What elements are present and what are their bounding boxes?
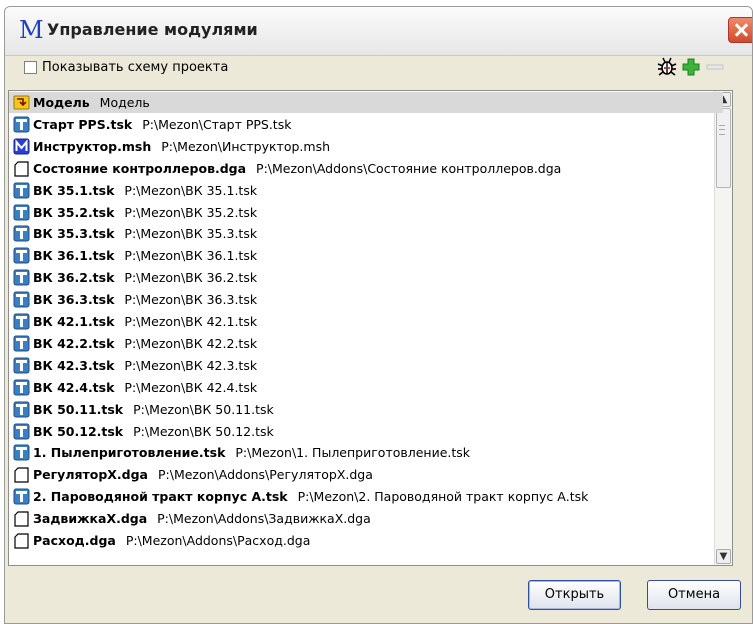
module-name: ВК 36.3.tsk <box>33 292 115 308</box>
module-row[interactable]: Модель Модель <box>9 92 723 113</box>
module-row[interactable]: ВК 35.3.tsk P:\Mezon\ВК 35.3.tsk <box>9 223 723 244</box>
open-button[interactable]: Открыть <box>528 580 621 610</box>
title-bar[interactable]: M Управление модулями <box>5 7 752 56</box>
module-name: ВК 36.1.tsk <box>33 248 115 264</box>
module-name: ВК 35.3.tsk <box>33 226 115 242</box>
module-path: P:\Mezon\Addons\ЗадвижкаX.dga <box>157 511 371 527</box>
module-path: P:\Mezon\Addons\Расход.dga <box>125 533 311 548</box>
show-scheme-checkbox[interactable] <box>24 61 37 74</box>
task-icon <box>13 488 30 505</box>
module-path: P:\Mezon\ВК 36.1.tsk <box>124 248 258 264</box>
module-name: Состояние контроллеров.dga <box>33 160 247 176</box>
task-icon <box>13 357 30 374</box>
module-name: ВК 42.4.tsk <box>33 379 115 395</box>
module-path: P:\Mezon\ВК 35.2.tsk <box>124 204 258 220</box>
module-name: Старт PPS.tsk <box>33 116 133 132</box>
task-icon <box>13 379 30 396</box>
module-row[interactable]: ВК 35.1.tsk P:\Mezon\ВК 35.1.tsk <box>9 180 723 201</box>
task-icon <box>13 269 30 286</box>
dialog-title: Управление модулями <box>47 20 258 39</box>
mezon-app-icon: M <box>19 16 44 44</box>
module-path: P:\Mezon\Инструктор.msh <box>161 138 331 154</box>
module-row[interactable]: Старт PPS.tsk P:\Mezon\Старт PPS.tsk <box>9 114 723 135</box>
module-path: P:\Mezon\ВК 50.11.tsk <box>133 401 274 417</box>
module-row[interactable]: ВК 42.3.tsk P:\Mezon\ВК 42.3.tsk <box>9 355 723 376</box>
module-row[interactable]: Инструктор.msh P:\Mezon\Инструктор.msh <box>9 136 723 157</box>
dga-icon <box>14 467 29 483</box>
module-path: P:\Mezon\ВК 42.2.tsk <box>124 335 258 351</box>
module-path: P:\Mezon\Старт PPS.tsk <box>142 116 292 132</box>
module-path: P:\Mezon\ВК 36.2.tsk <box>124 270 258 286</box>
module-row[interactable]: ВК 42.1.tsk P:\Mezon\ВК 42.1.tsk <box>9 311 723 332</box>
module-row[interactable]: ЗадвижкаX.dga P:\Mezon\Addons\ЗадвижкаX.d… <box>9 508 723 529</box>
module-name: Инструктор.msh <box>33 138 152 154</box>
module-row[interactable]: Расход.dga P:\Mezon\Addons\Расход.dga <box>9 530 723 551</box>
module-name: ВК 50.11.tsk <box>33 401 124 417</box>
task-icon <box>13 335 30 352</box>
task-icon <box>13 116 30 133</box>
module-row[interactable]: ВК 42.4.tsk P:\Mezon\ВК 42.4.tsk <box>9 377 723 398</box>
module-path: P:\Mezon\ВК 42.3.tsk <box>124 357 258 373</box>
show-scheme-label: Показывать схему проекта <box>42 60 229 75</box>
task-icon <box>13 401 30 418</box>
scroll-down-button[interactable]: ▼ <box>716 549 731 564</box>
dga-icon <box>14 161 29 177</box>
module-name: 2. Пароводяной тракт корпус А.tsk <box>33 489 288 505</box>
remove-module-minus-icon[interactable] <box>704 56 726 78</box>
module-path: P:\Mezon\1. Пылеприготовление.tsk <box>235 445 471 461</box>
task-icon <box>13 313 30 330</box>
module-path: P:\Mezon\ВК 35.3.tsk <box>124 226 258 242</box>
module-path: P:\Mezon\ВК 50.12.tsk <box>133 423 274 439</box>
module-row[interactable]: 1. Пылеприготовление.tsk P:\Mezon\1. Пыле… <box>9 442 723 463</box>
task-icon <box>13 291 30 308</box>
module-row[interactable]: ВК 36.3.tsk P:\Mezon\ВК 36.3.tsk <box>9 289 723 310</box>
module-name: РегуляторX.dga <box>33 467 148 483</box>
task-icon <box>13 204 30 220</box>
task-icon <box>13 423 30 439</box>
module-row[interactable]: ВК 50.12.tsk P:\Mezon\ВК 50.12.tsk <box>9 421 723 442</box>
module-name: ВК 42.3.tsk <box>33 357 115 373</box>
module-path: P:\Mezon\Addons\Состояние контроллеров.d… <box>256 160 562 176</box>
module-path: P:\Mezon\ВК 36.3.tsk <box>124 292 258 308</box>
module-row[interactable]: ВК 50.11.tsk P:\Mezon\ВК 50.11.tsk <box>9 399 723 420</box>
module-path: Модель <box>99 95 150 110</box>
module-row[interactable]: 2. Пароводяной тракт корпус А.tsk P:\Mezo… <box>9 486 723 507</box>
module-name: ВК 42.2.tsk <box>33 335 115 351</box>
task-icon <box>13 225 30 242</box>
module-row[interactable]: ВК 42.2.tsk P:\Mezon\ВК 42.2.tsk <box>9 333 723 354</box>
module-name: ВК 50.12.tsk <box>33 423 124 439</box>
module-name: Модель <box>33 95 90 110</box>
module-name: ВК 35.2.tsk <box>33 204 115 220</box>
module-row[interactable]: ВК 36.1.tsk P:\Mezon\ВК 36.1.tsk <box>9 245 723 266</box>
module-path: P:\Mezon\2. Пароводяной тракт корпус А.t… <box>297 489 589 505</box>
dga-icon <box>14 533 29 549</box>
dga-icon <box>14 511 29 527</box>
debug-bug-icon[interactable] <box>656 56 678 78</box>
mezon-icon <box>13 138 30 155</box>
module-row[interactable]: ВК 35.2.tsk P:\Mezon\ВК 35.2.tsk <box>9 202 723 223</box>
cancel-button[interactable]: Отмена <box>647 580 741 610</box>
module-path: P:\Mezon\Addons\РегуляторX.dga <box>157 467 373 483</box>
task-icon <box>13 182 30 199</box>
module-row[interactable]: РегуляторX.dga P:\Mezon\Addons\РегуляторX… <box>9 464 723 485</box>
module-name: ВК 35.1.tsk <box>33 182 115 198</box>
module-name: 1. Пылеприготовление.tsk <box>33 445 226 461</box>
module-row[interactable]: Состояние контроллеров.dga P:\Mezon\Addon… <box>9 158 723 179</box>
module-name: ВК 36.2.tsk <box>33 270 115 286</box>
model-icon <box>13 95 30 110</box>
module-name: ЗадвижкаX.dga <box>33 511 148 527</box>
module-name: ВК 42.1.tsk <box>33 314 115 329</box>
task-icon <box>13 444 30 461</box>
module-path: P:\Mezon\ВК 42.4.tsk <box>124 379 258 395</box>
close-button[interactable] <box>728 17 752 43</box>
task-icon <box>13 247 30 264</box>
module-list[interactable]: ▲ ▼ Модель Модель Старт PPS.tsk P:\Mezon\Ст… <box>8 90 733 566</box>
add-module-plus-icon[interactable] <box>680 56 702 78</box>
module-path: P:\Mezon\ВК 35.1.tsk <box>124 182 258 198</box>
module-path: P:\Mezon\ВК 42.1.tsk <box>124 314 258 329</box>
module-row[interactable]: ВК 36.2.tsk P:\Mezon\ВК 36.2.tsk <box>9 267 723 288</box>
module-name: Расход.dga <box>33 533 116 548</box>
